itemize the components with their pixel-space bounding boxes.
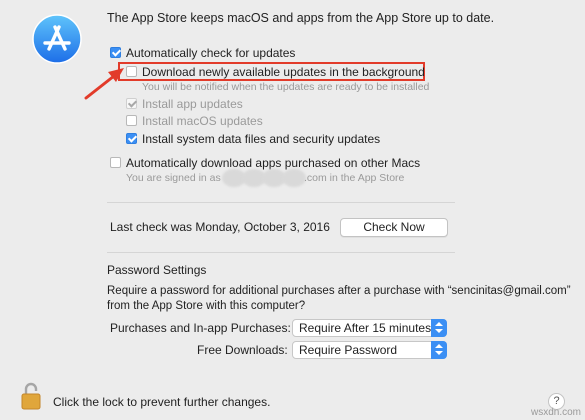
chevron-updown-icon [431, 319, 447, 337]
password-description-line2: from the App Store with this computer? [107, 300, 306, 312]
install-macos-label: Install macOS updates [142, 114, 263, 128]
lock-text: Click the lock to prevent further change… [53, 395, 271, 409]
purchases-select-value: Require After 15 minutes [299, 321, 432, 335]
header-description: The App Store keeps macOS and apps from … [107, 11, 495, 25]
divider-middle [107, 252, 455, 253]
red-arrow-icon [82, 62, 130, 102]
chevron-updown-icon [431, 341, 447, 359]
download-background-note: You will be notified when the updates ar… [142, 81, 430, 93]
auto-check-checkbox[interactable] [110, 47, 121, 58]
free-downloads-select-value: Require Password [299, 343, 398, 357]
password-settings-heading: Password Settings [107, 263, 207, 277]
free-downloads-select[interactable]: Require Password [292, 341, 447, 359]
signed-in-prefix: You are signed in as [126, 172, 221, 184]
install-app-label: Install app updates [142, 97, 243, 111]
purchases-label: Purchases and In-app Purchases: [110, 321, 291, 335]
divider-top [107, 202, 455, 203]
install-system-checkbox[interactable] [126, 133, 137, 144]
app-store-icon [32, 14, 82, 64]
redacted-email [222, 169, 308, 187]
last-check-text: Last check was Monday, October 3, 2016 [110, 220, 330, 234]
signed-in-suffix: .com in the App Store [304, 172, 405, 184]
auto-download-label: Automatically download apps purchased on… [126, 156, 421, 170]
check-now-button[interactable]: Check Now [340, 218, 448, 237]
install-macos-checkbox[interactable] [126, 115, 137, 126]
auto-check-label: Automatically check for updates [126, 46, 296, 60]
auto-download-checkbox[interactable] [110, 157, 121, 168]
free-downloads-label: Free Downloads: [197, 343, 288, 357]
lock-icon[interactable] [20, 382, 42, 410]
install-system-label: Install system data files and security u… [142, 132, 381, 146]
download-background-label: Download newly available updates in the … [142, 65, 425, 79]
install-app-checkbox[interactable] [126, 98, 137, 109]
password-description-line1: Require a password for additional purcha… [107, 285, 571, 297]
purchases-select[interactable]: Require After 15 minutes [292, 319, 447, 337]
watermark: wsxdn.com [530, 407, 581, 418]
